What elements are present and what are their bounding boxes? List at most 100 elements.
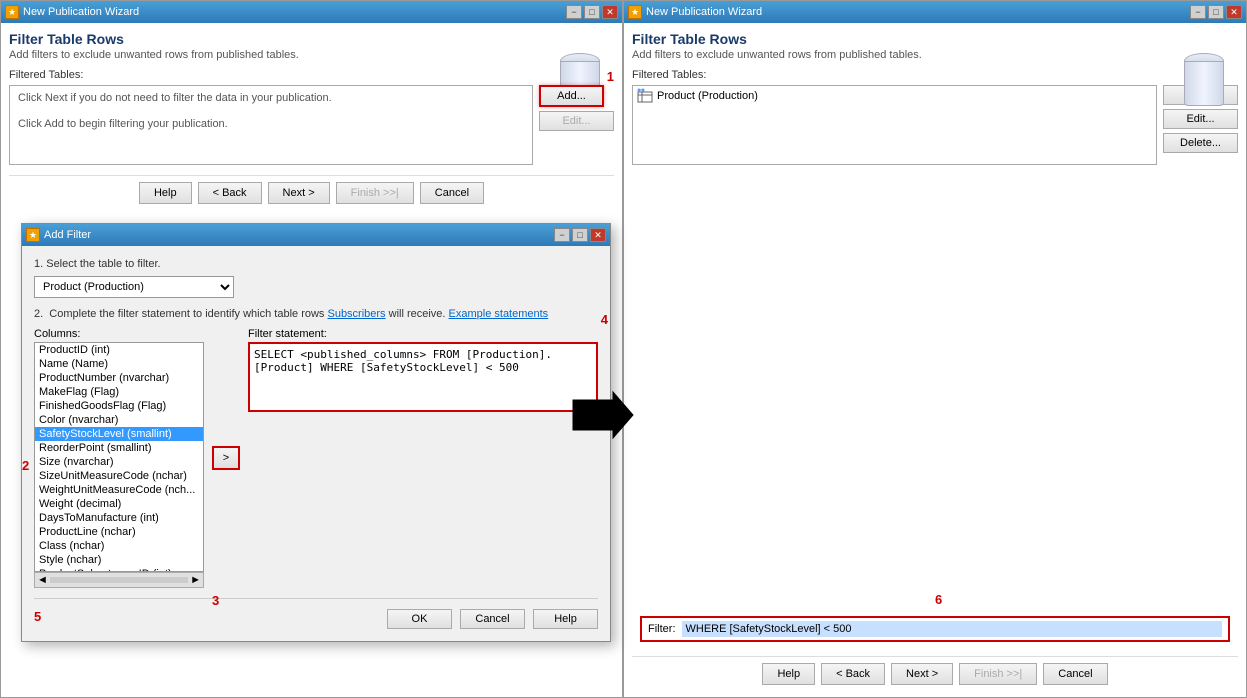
left-help-button[interactable]: Help	[139, 182, 192, 204]
right-buttons: 1 Add... Edit...	[539, 85, 614, 165]
window-controls: − □ ✕	[566, 5, 618, 19]
example-link[interactable]: Example statements	[449, 308, 549, 320]
col-item-size[interactable]: Size (nvarchar)	[35, 455, 203, 469]
right-minimize-button[interactable]: −	[1190, 5, 1206, 19]
dialog-maximize[interactable]: □	[572, 228, 588, 242]
col-item-reorderpoint[interactable]: ReorderPoint (smallint)	[35, 441, 203, 455]
col-item-color[interactable]: Color (nvarchar)	[35, 413, 203, 427]
subscribers-link[interactable]: Subscribers	[327, 308, 385, 320]
col-item-sizeunit[interactable]: SizeUnitMeasureCode (nchar)	[35, 469, 203, 483]
columns-box: Columns: ProductID (int) Name (Name) Pro…	[34, 328, 204, 588]
right-next-button[interactable]: Next >	[891, 663, 953, 685]
scroll-right-icon[interactable]: ►	[190, 574, 201, 586]
dialog-title-left: ★ Add Filter	[26, 228, 91, 242]
dialog-content: 1. Select the table to filter. Product (…	[22, 246, 610, 641]
tree-item-label: Product (Production)	[657, 90, 758, 102]
list-scrollbar-bottom[interactable]: ◄ ►	[34, 572, 204, 588]
page-subtitle: Add filters to exclude unwanted rows fro…	[9, 49, 614, 61]
left-window-content: Filter Table Rows Add filters to exclude…	[1, 23, 622, 697]
right-window-content: Filter Table Rows Add filters to exclude…	[624, 23, 1246, 697]
right-window-title: New Publication Wizard	[646, 6, 762, 18]
filter-bar-container: 6 Filter: WHERE [SafetyStockLevel] < 500	[632, 610, 1238, 648]
right-cancel-button[interactable]: Cancel	[1043, 663, 1107, 685]
add-button[interactable]: Add...	[539, 85, 604, 107]
dialog-close[interactable]: ✕	[590, 228, 606, 242]
filter-statement-area: 4 Filter statement:	[248, 328, 598, 588]
col-item-subcategory[interactable]: ProductSubcategoryID (int)	[35, 567, 203, 572]
col-item-productnumber[interactable]: ProductNumber (nvarchar)	[35, 371, 203, 385]
right-delete-button[interactable]: Delete...	[1163, 133, 1238, 153]
right-page-title: Filter Table Rows	[632, 31, 1238, 47]
col-item-makeflag[interactable]: MakeFlag (Flag)	[35, 385, 203, 399]
col-item-productid[interactable]: ProductID (int)	[35, 343, 203, 357]
scroll-left-icon[interactable]: ◄	[37, 574, 48, 586]
left-next-button[interactable]: Next >	[268, 182, 330, 204]
dialog-title-bar: ★ Add Filter − □ ✕	[22, 224, 610, 246]
dialog-help-button[interactable]: Help	[533, 609, 598, 629]
arrow-svg	[568, 390, 638, 440]
right-cylinder-graphic	[1184, 53, 1224, 108]
col-item-name[interactable]: Name (Name)	[35, 357, 203, 371]
left-window-title: New Publication Wizard	[23, 6, 139, 18]
left-cancel-button[interactable]: Cancel	[420, 182, 484, 204]
table-select[interactable]: Product (Production)	[34, 276, 234, 298]
close-button[interactable]: ✕	[602, 5, 618, 19]
right-back-button[interactable]: < Back	[821, 663, 885, 685]
add-column-button[interactable]: >	[212, 446, 240, 470]
arrow-btn-area: 3 >	[212, 328, 240, 588]
col-item-style[interactable]: Style (nchar)	[35, 553, 203, 567]
filtered-tables-label: Filtered Tables:	[9, 69, 614, 81]
tree-item-product[interactable]: Product (Production)	[633, 86, 1156, 106]
columns-filter-row: 2 Columns: ProductID (int) Name (Name) P…	[34, 328, 598, 588]
table-icon	[637, 88, 653, 104]
dialog-controls: − □ ✕	[554, 228, 606, 242]
left-finish-button[interactable]: Finish >>|	[336, 182, 414, 204]
annotation-3: 3	[212, 593, 219, 608]
dialog-ok-button[interactable]: OK	[387, 609, 452, 629]
dialog-minimize[interactable]: −	[554, 228, 570, 242]
filter-statement-input[interactable]	[248, 342, 598, 412]
col-item-finishedgoodsflag[interactable]: FinishedGoodsFlag (Flag)	[35, 399, 203, 413]
right-title-bar: ★ New Publication Wizard − □ ✕	[624, 1, 1246, 23]
right-maximize-button[interactable]: □	[1208, 5, 1224, 19]
edit-button[interactable]: Edit...	[539, 111, 614, 131]
maximize-button[interactable]: □	[584, 5, 600, 19]
col-item-productline[interactable]: ProductLine (nchar)	[35, 525, 203, 539]
filter-bar-label: Filter:	[648, 623, 676, 635]
right-cylinder-body	[1184, 61, 1224, 106]
step2-container: 2. Complete the filter statement to iden…	[34, 308, 598, 320]
tables-row: Click Next if you do not need to filter …	[9, 85, 614, 165]
spacer	[632, 171, 1238, 606]
right-help-button[interactable]: Help	[762, 663, 815, 685]
col-item-weightunit[interactable]: WeightUnitMeasureCode (nch...	[35, 483, 203, 497]
dialog-icon: ★	[26, 228, 40, 242]
minimize-button[interactable]: −	[566, 5, 582, 19]
col-item-weight[interactable]: Weight (decimal)	[35, 497, 203, 511]
right-filtered-tables-area: Product (Production)	[632, 85, 1157, 165]
annotation-1: 1	[607, 69, 614, 84]
col-item-safetystocklevel[interactable]: SafetyStockLevel (smallint)	[35, 427, 203, 441]
dialog-cancel-button[interactable]: Cancel	[460, 609, 525, 629]
dialog-bottom-buttons: 5 OK Cancel Help	[34, 598, 598, 629]
annotation-6: 6	[935, 592, 942, 607]
filter-value: WHERE [SafetyStockLevel] < 500	[682, 621, 1223, 637]
app-icon: ★	[5, 5, 19, 19]
filter-bar: Filter: WHERE [SafetyStockLevel] < 500	[640, 616, 1230, 642]
info-line2: Click Add to begin filtering your public…	[10, 112, 532, 138]
left-bottom-buttons: Help < Back Next > Finish >>| Cancel	[9, 175, 614, 208]
left-back-button[interactable]: < Back	[198, 182, 262, 204]
right-wizard-icon	[1184, 53, 1234, 113]
col-item-class[interactable]: Class (nchar)	[35, 539, 203, 553]
right-close-button[interactable]: ✕	[1226, 5, 1242, 19]
columns-list[interactable]: ProductID (int) Name (Name) ProductNumbe…	[34, 342, 204, 572]
right-window: ★ New Publication Wizard − □ ✕ Filter Ta…	[623, 0, 1247, 698]
col-item-daystomanufacture[interactable]: DaysToManufacture (int)	[35, 511, 203, 525]
right-page-subtitle: Add filters to exclude unwanted rows fro…	[632, 49, 1238, 61]
right-window-controls: − □ ✕	[1190, 5, 1242, 19]
left-window: ★ New Publication Wizard − □ ✕ Filter Ta…	[0, 0, 623, 698]
right-title-bar-left: ★ New Publication Wizard	[628, 5, 762, 19]
right-finish-button[interactable]: Finish >>|	[959, 663, 1037, 685]
columns-label: Columns:	[34, 328, 204, 340]
step1-label: 1. Select the table to filter.	[34, 258, 598, 270]
right-bottom-buttons: Help < Back Next > Finish >>| Cancel	[632, 656, 1238, 689]
